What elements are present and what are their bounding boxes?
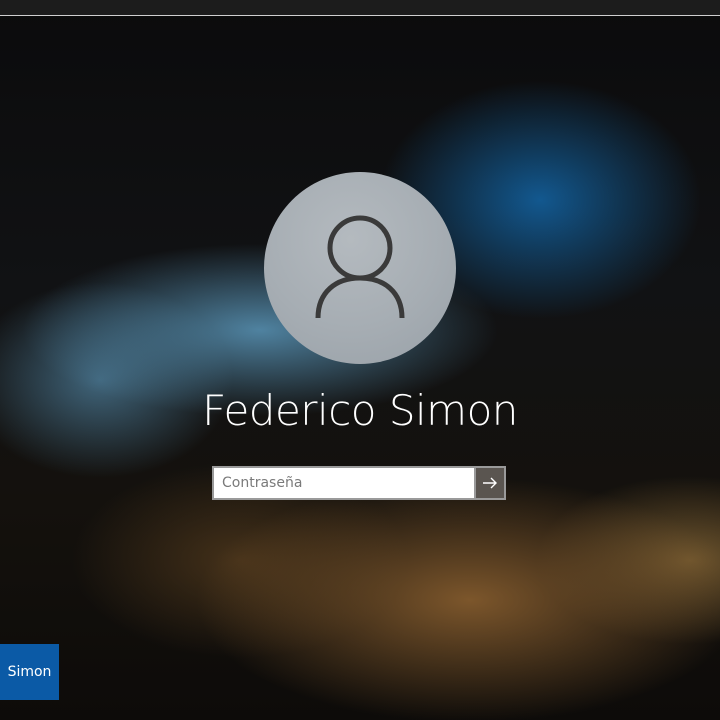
person-outline-icon xyxy=(315,215,405,319)
lock-screen: Federico Simon Simon xyxy=(0,0,720,720)
user-name: Federico Simon xyxy=(202,386,518,435)
password-input[interactable] xyxy=(212,466,474,500)
password-box xyxy=(212,466,506,500)
submit-button[interactable] xyxy=(474,466,506,500)
user-tile-simon[interactable]: Simon xyxy=(0,644,59,700)
arrow-right-icon xyxy=(483,477,497,489)
user-tile-label: Simon xyxy=(7,664,52,680)
user-avatar xyxy=(264,172,456,364)
top-bar xyxy=(0,0,720,16)
